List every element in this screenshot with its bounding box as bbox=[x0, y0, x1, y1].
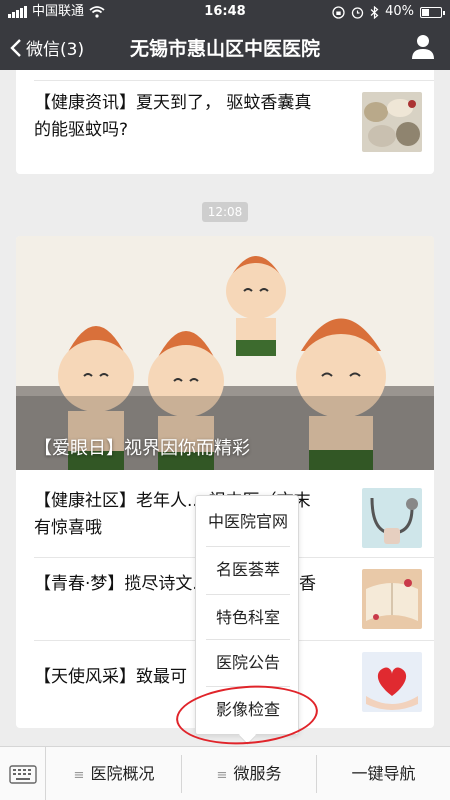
cover-title: 【爱眼日】视界因你而精彩 bbox=[34, 438, 250, 459]
message-card-top: 【健康资讯】夏天到了， 驱蚊香囊真的能驱蚊吗? bbox=[16, 70, 434, 174]
alarm-icon bbox=[351, 6, 364, 19]
menu-navigation[interactable]: 一键导航 bbox=[317, 747, 450, 800]
top-bar: 中国联通 16:48 40% 微信(3) 无锡市惠山区中医医院 bbox=[0, 0, 450, 70]
article-title: 【健康资讯】夏天到了， 驱蚊香囊真的能驱蚊吗? bbox=[34, 93, 312, 140]
menu-label: 一键导航 bbox=[351, 764, 416, 783]
menu-label: 医院概况 bbox=[90, 764, 155, 783]
divider bbox=[34, 80, 434, 81]
status-right: 40% bbox=[332, 0, 445, 24]
menu-label: 微服务 bbox=[233, 764, 282, 783]
orientation-lock-icon bbox=[332, 5, 345, 19]
menu-micro-services[interactable]: ≡ 微服务 bbox=[182, 747, 316, 800]
keyboard-icon bbox=[9, 765, 37, 784]
bottom-menu-bar: ≡ 医院概况 ≡ 微服务 一键导航 bbox=[0, 746, 450, 800]
article-thumbnail-sachets bbox=[362, 92, 422, 152]
profile-icon[interactable] bbox=[410, 33, 436, 61]
article-thumbnail-heart-hands bbox=[362, 652, 422, 712]
menu-item-departments[interactable]: 特色科室 bbox=[206, 594, 290, 641]
article-thumbnail-stethoscope bbox=[362, 488, 422, 548]
battery-percent: 40% bbox=[385, 4, 414, 19]
page-title: 无锡市惠山区中医医院 bbox=[129, 38, 320, 60]
article-thumbnail-book bbox=[362, 569, 422, 629]
nav-bar: 微信(3) 无锡市惠山区中医医院 bbox=[0, 24, 450, 70]
cover-article[interactable]: 【爱眼日】视界因你而精彩 bbox=[16, 236, 434, 470]
bluetooth-icon bbox=[370, 5, 379, 19]
menu-lines-icon: ≡ bbox=[216, 768, 228, 783]
article-item[interactable]: 【健康资讯】夏天到了， 驱蚊香囊真的能驱蚊吗? bbox=[34, 90, 422, 160]
submenu-popup: 中医院官网 名医荟萃 特色科室 医院公告 影像检查 bbox=[195, 495, 299, 735]
menu-item-announcements[interactable]: 医院公告 bbox=[206, 639, 290, 686]
menu-item-famous-doctors[interactable]: 名医荟萃 bbox=[206, 546, 290, 593]
menu-item-hospital-website[interactable]: 中医院官网 bbox=[206, 498, 290, 545]
menu-lines-icon: ≡ bbox=[73, 768, 85, 783]
status-bar: 中国联通 16:48 40% bbox=[0, 0, 450, 24]
menu-item-imaging[interactable]: 影像检查 bbox=[206, 686, 290, 733]
keyboard-toggle-button[interactable] bbox=[0, 747, 46, 800]
menu-hospital-overview[interactable]: ≡ 医院概况 bbox=[47, 747, 181, 800]
message-timestamp: 12:08 bbox=[202, 202, 248, 222]
battery-icon bbox=[420, 6, 445, 18]
battery-fill bbox=[422, 8, 430, 16]
